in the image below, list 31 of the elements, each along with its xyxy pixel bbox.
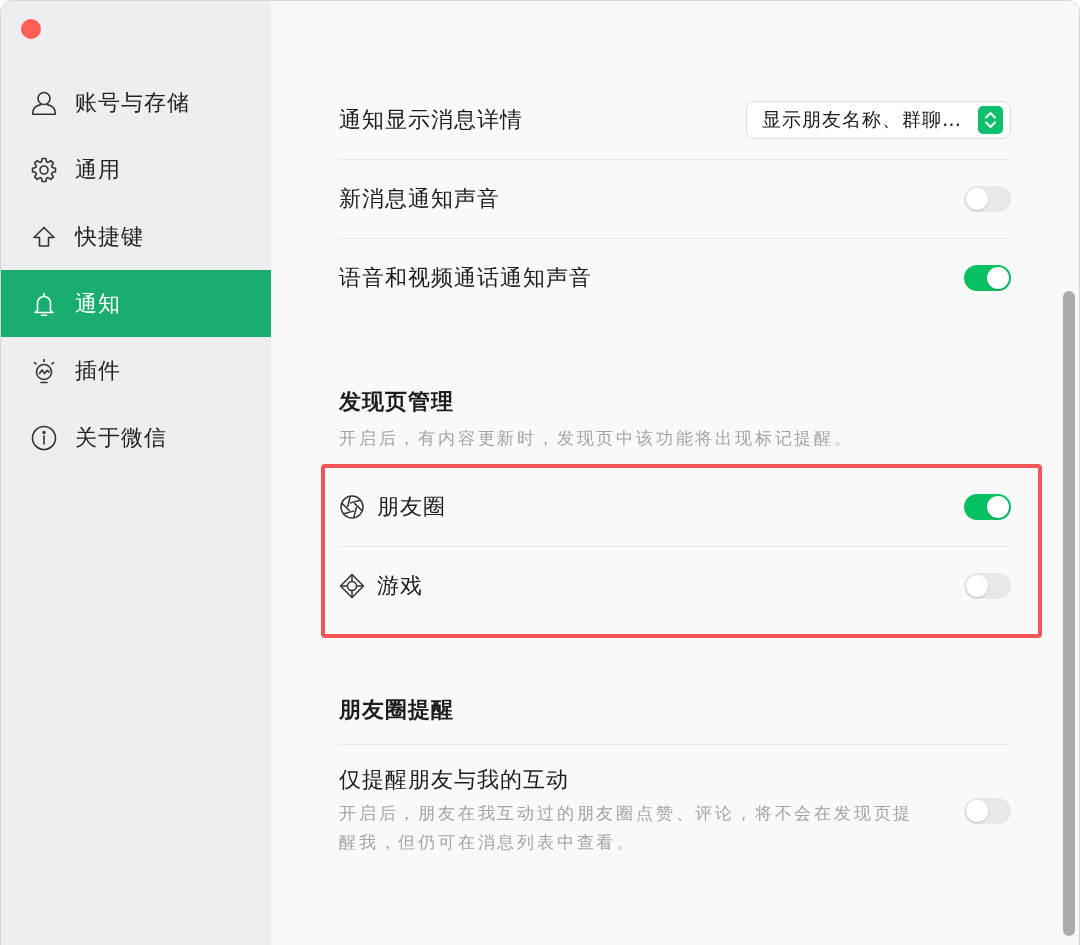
sidebar-item[interactable]: 关于微信 (1, 404, 271, 471)
bell-icon (31, 290, 57, 317)
dropdown[interactable]: 显示朋友名称、群聊… (746, 101, 1011, 139)
settings-icon (31, 156, 57, 183)
toggle-switch[interactable] (964, 573, 1011, 599)
sidebar-item[interactable]: 账号与存储 (1, 69, 271, 136)
setting-label: 游戏 (377, 572, 423, 600)
aperture-icon (339, 494, 365, 520)
sidebar-item[interactable]: 快捷键 (1, 203, 271, 270)
sidebar-item[interactable]: 插件 (1, 337, 271, 404)
setting-description: 开启后，朋友在我互动过的朋友圈点赞、评论，将不会在发现页提醒我，但仍可在消息列表中查看。 (339, 802, 915, 854)
toggle-switch[interactable] (964, 186, 1011, 212)
setting-label: 语音和视频通话通知声音 (339, 264, 592, 292)
sidebar-item[interactable]: 通用 (1, 136, 271, 203)
setting-label: 通知显示消息详情 (339, 106, 523, 134)
section-title: 发现页管理 (339, 388, 455, 416)
toggle-switch[interactable] (964, 798, 1011, 824)
scroll-bar[interactable] (1063, 291, 1075, 936)
setting-label: 朋友圈 (377, 493, 446, 521)
section-description: 开启后，有内容更新时，发现页中该功能将出现标记提醒。 (339, 427, 855, 449)
setting-label: 仅提醒朋友与我的互动 (339, 766, 570, 794)
toggle-switch[interactable] (964, 494, 1011, 520)
diamond-icon (339, 573, 365, 599)
close-button[interactable] (21, 19, 41, 39)
setting-label: 新消息通知声音 (339, 185, 500, 213)
chevron-updown-icon (978, 106, 1003, 134)
toggle-switch[interactable] (964, 265, 1011, 291)
person-icon (31, 89, 57, 116)
info-icon (31, 424, 57, 451)
lightbulb-icon (31, 357, 57, 384)
section-title: 朋友圈提醒 (339, 696, 455, 724)
